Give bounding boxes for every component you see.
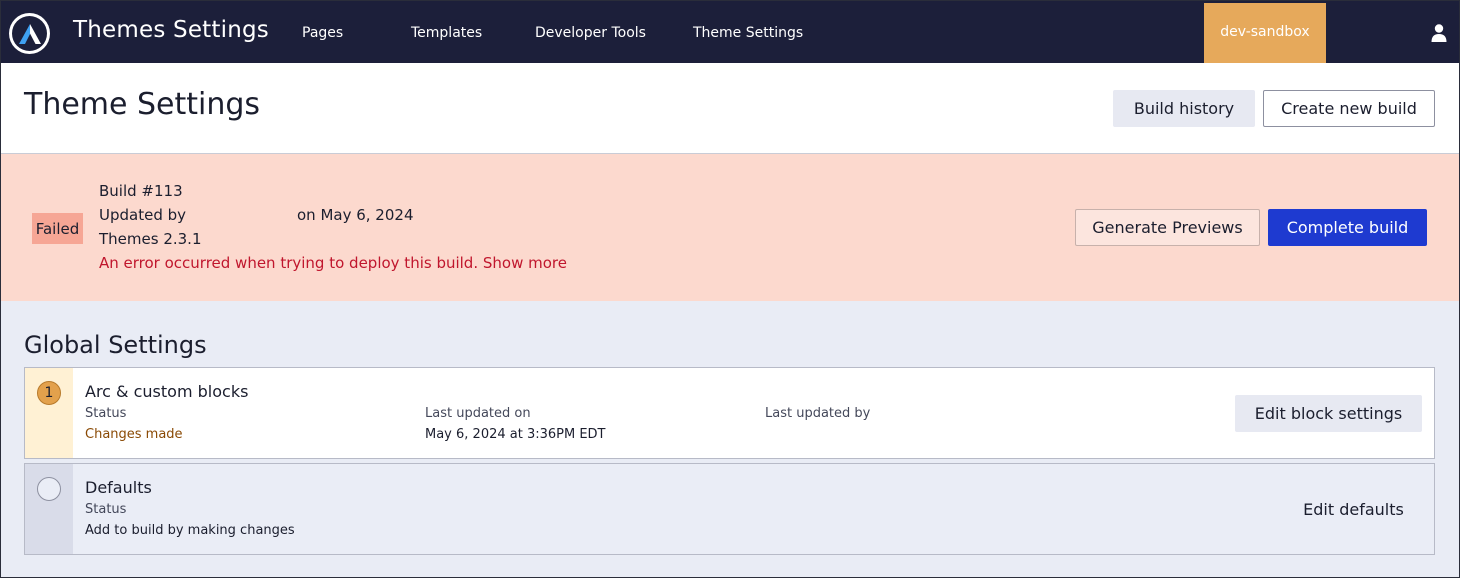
updated-on-date: on May 6, 2024: [297, 206, 414, 224]
last-updated-on-value: May 6, 2024 at 3:36PM EDT: [425, 427, 606, 442]
error-text: An error occurred when trying to deploy …: [99, 254, 479, 272]
arc-logo-icon[interactable]: [9, 13, 50, 54]
settings-card-defaults: Defaults Status Add to build by making c…: [24, 463, 1435, 555]
card-rail: 1: [25, 368, 73, 458]
last-updated-on-label: Last updated on: [425, 406, 531, 421]
status-label: Status: [85, 406, 127, 421]
app-title: Themes Settings: [73, 17, 269, 43]
nav-pages[interactable]: Pages: [302, 25, 343, 41]
nav-templates[interactable]: Templates: [411, 25, 482, 41]
status-label: Status: [85, 502, 127, 517]
build-status-banner: Failed Build #113 Updated by on May 6, 2…: [1, 154, 1459, 301]
card-title: Arc & custom blocks: [85, 382, 249, 401]
show-more-link[interactable]: Show more: [483, 254, 567, 272]
nav-theme-settings[interactable]: Theme Settings: [693, 25, 803, 41]
status-value: Changes made: [85, 427, 183, 442]
status-badge: Failed: [32, 213, 83, 244]
generate-previews-button[interactable]: Generate Previews: [1075, 209, 1260, 246]
create-new-build-button[interactable]: Create new build: [1263, 90, 1435, 127]
themes-version: Themes 2.3.1: [99, 230, 202, 248]
build-history-button[interactable]: Build history: [1113, 90, 1255, 127]
complete-build-button[interactable]: Complete build: [1268, 209, 1427, 246]
edit-defaults-button[interactable]: Edit defaults: [1285, 491, 1422, 528]
user-icon[interactable]: [1430, 23, 1448, 43]
status-value: Add to build by making changes: [85, 523, 295, 538]
page-title: Theme Settings: [24, 87, 261, 122]
updated-by-label: Updated by: [99, 206, 187, 224]
top-nav-bar: Themes Settings Pages Templates Develope…: [1, 1, 1459, 63]
nav-developer-tools[interactable]: Developer Tools: [535, 25, 646, 41]
step-number-badge: 1: [37, 381, 61, 405]
edit-block-settings-button[interactable]: Edit block settings: [1235, 395, 1422, 432]
last-updated-by-label: Last updated by: [765, 406, 871, 421]
section-title: Global Settings: [24, 331, 207, 359]
empty-step-circle-icon: [37, 477, 61, 501]
settings-card-arc-blocks: 1 Arc & custom blocks Status Changes mad…: [24, 367, 1435, 459]
build-number: Build #113: [99, 182, 183, 200]
page-header: Theme Settings Build history Create new …: [1, 63, 1459, 154]
card-title: Defaults: [85, 478, 152, 497]
environment-switcher[interactable]: dev-sandbox: [1204, 3, 1326, 63]
build-error-message: An error occurred when trying to deploy …: [99, 254, 567, 272]
card-rail: [25, 464, 73, 554]
